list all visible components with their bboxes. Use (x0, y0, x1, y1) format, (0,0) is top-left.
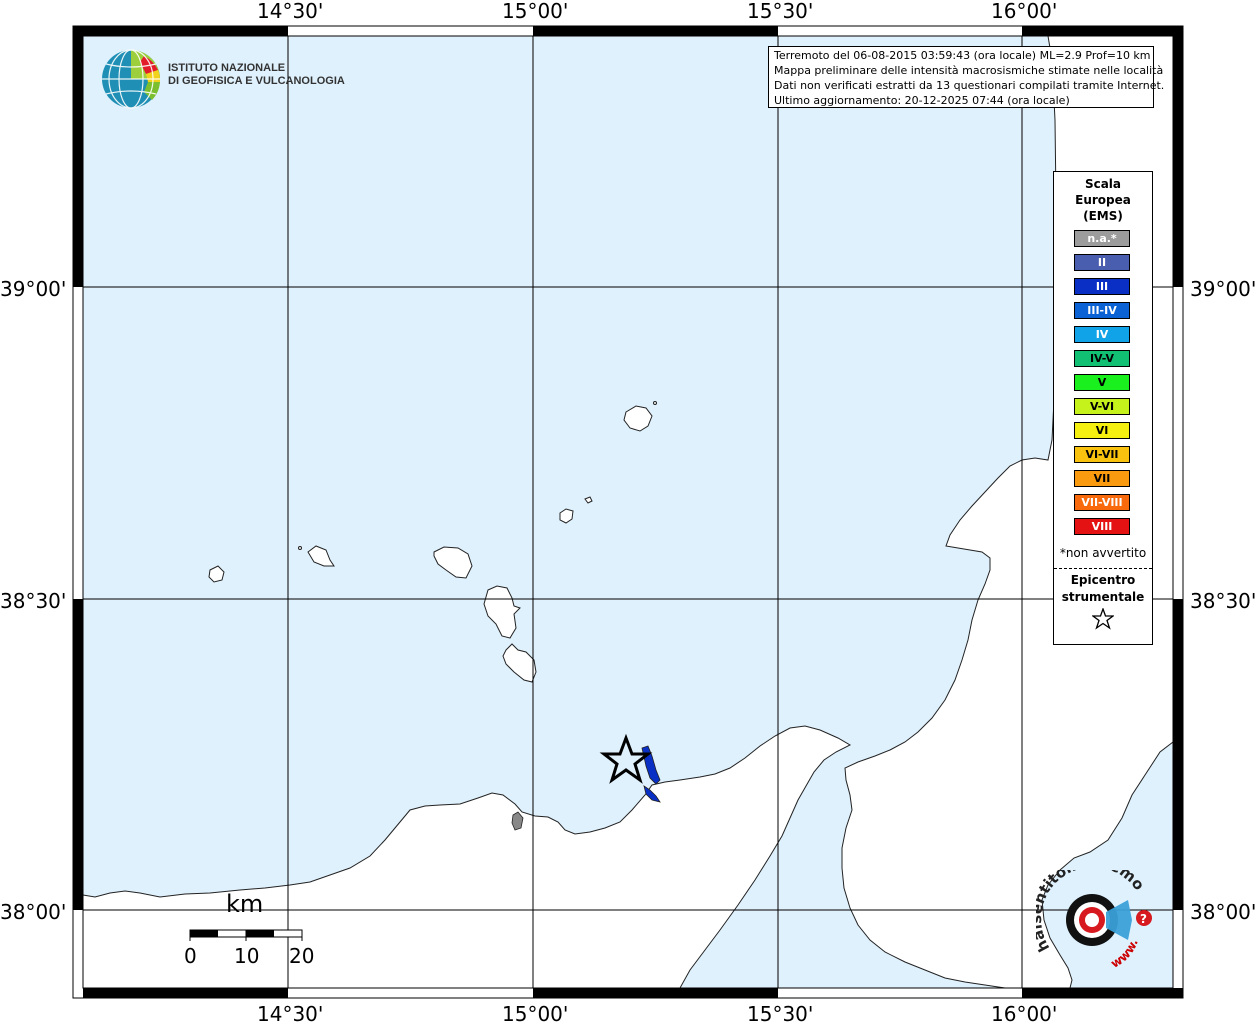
legend-item: VI-VII (1074, 446, 1130, 463)
logo-line-1: ISTITUTO NAZIONALE (168, 62, 286, 74)
lon-label-bottom: 14°30' (257, 1002, 324, 1026)
star-icon (1091, 607, 1115, 630)
legend-title-3: (EMS) (1083, 209, 1123, 223)
lat-label-right: 39°00' (1190, 277, 1255, 301)
info-line-3: Dati non verificati estratti da 13 quest… (774, 79, 1165, 92)
scale-tick-10: 10 (234, 944, 260, 968)
scale-bar: km 0 10 20 (182, 888, 322, 973)
lon-label-top: 14°30' (257, 0, 324, 23)
scale-unit: km (226, 890, 264, 918)
ems-legend: Scala Europea (EMS) n.a.* II III III-IV IV IV… (1053, 171, 1153, 645)
info-line-2: Mappa preliminare delle intensità macros… (774, 64, 1164, 77)
info-line-1: Terremoto del 06-08-2015 03:59:43 (ora l… (774, 49, 1151, 62)
logo-line-2: DI GEOFISICA E VULCANOLOGIA (168, 75, 345, 87)
lat-label-left: 38°30' (0, 589, 67, 613)
legend-divider (1054, 568, 1152, 569)
ingv-logo: ISTITUTO NAZIONALE DI GEOFISICA E VULCAN… (100, 48, 345, 114)
islet-strombolicchio (653, 401, 657, 405)
lon-label-bottom: 16°00' (991, 1002, 1058, 1026)
info-line-4: Ultimo aggiornamento: 20-12-2025 07:44 (… (774, 94, 1070, 107)
lat-label-left: 39°00' (0, 277, 67, 301)
scale-ruler (189, 929, 303, 941)
legend-item: IV-V (1074, 350, 1130, 367)
watermark-www: www. (1108, 937, 1141, 971)
svg-text:www.: www. (1108, 937, 1141, 971)
legend-items: n.a.* II III III-IV IV IV-V V V-VI VI VI-VII VII VI… (1074, 230, 1130, 542)
target-megaphone-icon: haisentitoilterremoto.it www. ? (1027, 853, 1152, 971)
hai-sentito-logo: haisentitoilterremoto.it www. ? (1027, 853, 1156, 980)
legend-item: VIII (1074, 518, 1130, 535)
legend-item: III (1074, 278, 1130, 295)
legend-item: II (1074, 254, 1130, 271)
legend-title-2: Europea (1075, 193, 1131, 207)
scale-tick-20: 20 (289, 944, 315, 968)
lat-label-left: 38°00' (0, 900, 67, 924)
legend-epicentre-2: strumentale (1061, 590, 1145, 604)
lon-label-bottom: 15°30' (747, 1002, 814, 1026)
svg-text:?: ? (1140, 912, 1147, 926)
legend-item: IV (1074, 326, 1130, 343)
lon-label-top: 16°00' (991, 0, 1058, 23)
legend-item: n.a.* (1074, 230, 1130, 247)
legend-item: III-IV (1074, 302, 1130, 319)
lon-label-top: 15°30' (747, 0, 814, 23)
globe-icon (102, 49, 161, 109)
legend-title-1: Scala (1084, 177, 1122, 191)
legend-item: VII (1074, 470, 1130, 487)
lat-label-right: 38°30' (1190, 589, 1255, 613)
lon-label-bottom: 15°00' (502, 1002, 569, 1026)
islet-filicudi-rock (298, 546, 302, 550)
lat-label-right: 38°00' (1190, 900, 1255, 924)
legend-epicentre-1: Epicentro (1070, 573, 1136, 587)
legend-item: V (1074, 374, 1130, 391)
event-info-box: Terremoto del 06-08-2015 03:59:43 (ora l… (768, 46, 1165, 108)
lon-label-top: 15°00' (502, 0, 569, 23)
legend-item: VI (1074, 422, 1130, 439)
legend-item: V-VI (1074, 398, 1130, 415)
legend-item: VII-VIII (1074, 494, 1130, 511)
scale-tick-0: 0 (184, 944, 197, 968)
legend-note: *non avvertito (1059, 546, 1147, 560)
